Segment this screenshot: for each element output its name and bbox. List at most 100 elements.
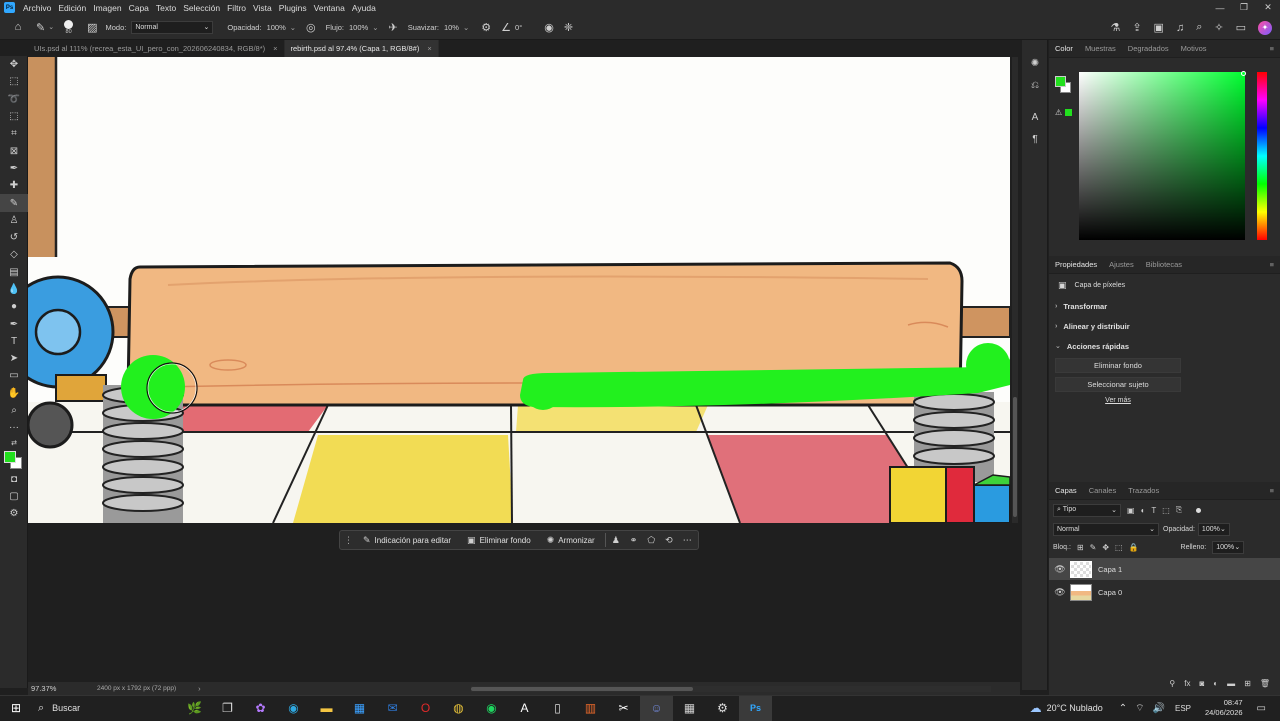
panel-menu-icon[interactable]: ≡ — [1270, 486, 1274, 495]
flask-icon[interactable]: ⚗ — [1110, 21, 1120, 34]
menu-edicion[interactable]: Edición — [58, 3, 86, 13]
taskbar-search[interactable]: ⌕ Buscar — [38, 696, 178, 721]
delete-layer-icon[interactable]: 🗑 — [1260, 679, 1270, 688]
new-layer-icon[interactable]: ⊞ — [1244, 679, 1251, 688]
spotify-icon[interactable]: ◉ — [475, 696, 508, 721]
pressure-opacity-icon[interactable]: ◎ — [306, 21, 316, 34]
eraser-tool-icon[interactable]: ◇ — [0, 246, 28, 263]
angle-input[interactable]: 0° — [515, 23, 522, 32]
lock-position-icon[interactable]: ✥ — [1102, 543, 1109, 552]
task-view-icon[interactable]: ❐ — [211, 696, 244, 721]
brush-tool-icon[interactable]: ✎ — [0, 194, 28, 212]
frame-tool-icon[interactable]: ⊠ — [0, 142, 28, 159]
screen-mode-icon[interactable]: ▢ — [0, 488, 28, 505]
section-transform[interactable]: › Transformar — [1049, 296, 1280, 316]
layer-row-capa-1[interactable]: 👁 Capa 1 — [1049, 558, 1280, 580]
layer-style-icon[interactable]: fx — [1184, 679, 1190, 688]
tab-rebirth-psd[interactable]: rebirth.psd al 97.4% (Capa 1, RGB/8#) × — [284, 40, 439, 57]
status-menu-chevron-icon[interactable]: › — [198, 684, 201, 693]
lock-pixels-icon[interactable]: ✎ — [1090, 543, 1097, 552]
add-mask-icon[interactable]: ◙ — [1199, 679, 1204, 688]
airbrush-icon[interactable]: ✈ — [388, 21, 397, 34]
notifications-icon[interactable]: ▭ — [1257, 703, 1266, 714]
filter-shape-icon[interactable]: ⬚ — [1162, 506, 1170, 515]
pressure-size-icon[interactable]: ◉ — [544, 21, 554, 34]
vertical-scrollbar[interactable] — [1012, 57, 1018, 523]
more-options-icon[interactable]: ⋯ — [683, 535, 692, 546]
prompt-edit-button[interactable]: ✎ Indicación para editar — [357, 532, 457, 548]
file-explorer-icon[interactable]: ▬ — [310, 696, 343, 721]
menu-vista[interactable]: Vista — [253, 3, 272, 13]
pen-tool-icon[interactable]: ✒ — [0, 315, 28, 332]
photoshop-taskbar-icon[interactable]: Ps — [739, 695, 772, 721]
weather-widget[interactable]: ☁ 20°C Nublado — [1030, 696, 1103, 721]
section-align[interactable]: › Alinear y distribuir — [1049, 316, 1280, 336]
select-subject-button[interactable]: Seleccionar sujeto — [1055, 377, 1181, 392]
vertical-scroll-thumb[interactable] — [1013, 397, 1017, 517]
calculator-icon[interactable]: ▦ — [673, 696, 706, 721]
filter-adjustment-icon[interactable]: ◐ — [1141, 506, 1146, 515]
paint-icon[interactable]: ▥ — [574, 696, 607, 721]
zoom-tool-icon[interactable]: ⌕ — [0, 402, 28, 419]
capcut-icon[interactable]: ✂ — [607, 696, 640, 721]
panel-menu-icon[interactable]: ≡ — [1270, 260, 1274, 269]
healing-brush-tool-icon[interactable]: ✚ — [0, 177, 28, 194]
menu-ayuda[interactable]: Ayuda — [352, 3, 376, 13]
see-more-link[interactable]: Ver más — [1055, 397, 1181, 404]
section-quick-actions[interactable]: ⌄ Acciones rápidas — [1049, 336, 1280, 356]
discord-icon[interactable]: ☺ — [640, 695, 673, 721]
gift-icon[interactable]: ▣ — [1154, 21, 1164, 34]
move-tool-icon[interactable]: ✥ — [0, 56, 28, 73]
generative-fill-icon[interactable]: ⟲ — [665, 535, 673, 546]
layer-filter-select[interactable]: ⌕ Tipo ⌄ — [1053, 503, 1121, 517]
tab-color[interactable]: Color — [1055, 44, 1073, 53]
quick-mask-icon[interactable]: ◘ — [0, 471, 28, 488]
generative-icon[interactable]: ⚙ — [0, 505, 28, 522]
blend-mode-select[interactable]: Normal ⌄ — [1053, 522, 1159, 536]
font-app-icon[interactable]: A — [508, 696, 541, 721]
swap-colors-icon[interactable]: ⇄ — [0, 437, 28, 449]
hand-tool-icon[interactable]: ✋ — [0, 385, 28, 402]
horizontal-scroll-thumb[interactable] — [470, 686, 693, 691]
panel-menu-icon[interactable]: ≡ — [1270, 44, 1274, 53]
remove-background-button[interactable]: ▣ Eliminar fondo — [461, 532, 537, 548]
menu-plugins[interactable]: Plugins — [279, 3, 307, 13]
lasso-tool-icon[interactable]: ➰ — [0, 91, 28, 108]
share-icon[interactable]: ⇪ — [1132, 21, 1141, 34]
home-icon[interactable]: ⌂ — [6, 21, 30, 33]
menu-seleccion[interactable]: Selección — [183, 3, 220, 13]
filter-pixel-icon[interactable]: ▣ — [1127, 506, 1135, 515]
firefly-icon[interactable]: ✦ — [1258, 20, 1272, 35]
gradient-tool-icon[interactable]: ▤ — [0, 264, 28, 281]
close-icon[interactable]: × — [427, 44, 431, 53]
foreground-color-swatch[interactable] — [4, 450, 16, 463]
character-icon[interactable]: A — [1022, 106, 1048, 128]
edge-icon[interactable]: ◉ — [277, 696, 310, 721]
menu-texto[interactable]: Texto — [156, 3, 176, 13]
tab-uis-psd[interactable]: UIs.psd al 111% (recrea_esta_UI_pero_con… — [28, 40, 285, 57]
group-icon[interactable]: ▬ — [1227, 679, 1235, 688]
close-icon[interactable]: ✕ — [1256, 0, 1280, 15]
brush-settings-icon[interactable]: ▨ — [87, 21, 97, 34]
history-icon[interactable]: ⎌ — [1022, 74, 1048, 96]
tab-properties[interactable]: Propiedades — [1055, 260, 1097, 269]
foreground-color-chip[interactable] — [1055, 76, 1066, 87]
type-tool-icon[interactable]: T — [0, 333, 28, 350]
tab-paths[interactable]: Trazados — [1128, 486, 1159, 495]
transform-icon[interactable]: ⬠ — [647, 535, 655, 546]
copilot-icon[interactable]: ✿ — [244, 696, 277, 721]
canvas-area[interactable] — [28, 57, 1020, 682]
menu-archivo[interactable]: Archivo — [23, 3, 51, 13]
tab-patterns[interactable]: Motivos — [1181, 44, 1207, 53]
learn-icon[interactable]: ✺ — [1022, 52, 1048, 74]
tab-libraries[interactable]: Bibliotecas — [1146, 260, 1182, 269]
bell-icon[interactable]: ♫ — [1176, 22, 1184, 34]
brush-tool-preset-icon[interactable]: ✎ — [36, 21, 45, 34]
crop-tool-icon[interactable]: ⌗ — [0, 125, 28, 142]
blur-tool-icon[interactable]: 💧 — [0, 281, 28, 298]
windows-start-icon[interactable]: ⊞ — [0, 696, 32, 721]
language-indicator[interactable]: ESP — [1175, 704, 1191, 713]
ms-store-icon[interactable]: ▦ — [343, 696, 376, 721]
select-subject-icon[interactable]: ♟ — [612, 535, 620, 546]
volume-icon[interactable]: 🔊 — [1153, 703, 1165, 714]
